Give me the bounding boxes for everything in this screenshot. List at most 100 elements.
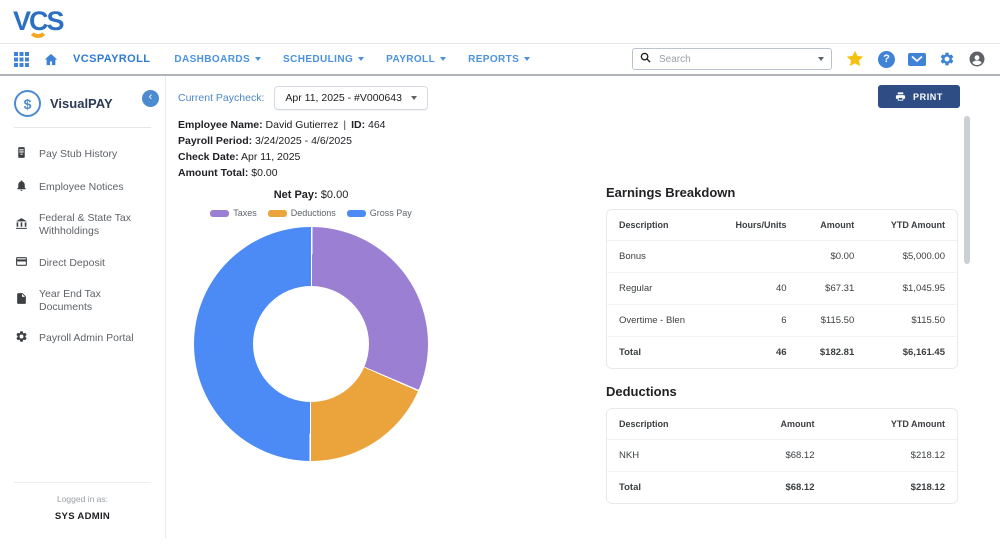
bell-icon xyxy=(15,179,28,196)
sidebar-items: Pay Stub History Employee Notices Federal … xyxy=(0,134,165,359)
logged-in-label: Logged in as: xyxy=(14,494,151,504)
sidebar-item-payroll-admin-portal[interactable]: Payroll Admin Portal xyxy=(0,322,165,355)
sidebar-item-label: Payroll Admin Portal xyxy=(39,332,134,345)
legend-swatch xyxy=(347,210,366,217)
table-cell: $1,045.95 xyxy=(866,273,957,305)
check-date-line: Check Date: Apr 11, 2025 xyxy=(178,151,986,163)
nav-menus: DASHBOARDS SCHEDULING PAYROLL REPORTS xyxy=(174,54,530,65)
favorites-star-icon[interactable] xyxy=(845,49,865,69)
earnings-table-wrap: DescriptionHours/UnitsAmountYTD AmountBo… xyxy=(606,209,958,369)
legend-item-gross-pay: Gross Pay xyxy=(347,208,412,218)
mail-icon[interactable] xyxy=(908,53,926,66)
table-cell: Total xyxy=(607,472,730,504)
column-header: Amount xyxy=(799,210,867,241)
column-header: YTD Amount xyxy=(866,210,957,241)
scrollbar-thumb[interactable] xyxy=(964,116,970,264)
table-total-row: Total$68.12$218.12 xyxy=(607,472,957,504)
chart-column: Net Pay: $0.00 Taxes Deductions Gross Pay xyxy=(178,183,598,519)
table-cell: Overtime - Blen xyxy=(607,305,711,337)
chevron-down-icon xyxy=(358,57,364,61)
deductions-table-wrap: DescriptionAmountYTD AmountNKH$68.12$218… xyxy=(606,408,958,504)
table-cell: $68.12 xyxy=(730,472,827,504)
earnings-table: DescriptionHours/UnitsAmountYTD AmountBo… xyxy=(607,210,957,368)
profile-avatar-icon[interactable] xyxy=(968,50,986,68)
chevron-down-icon xyxy=(255,57,261,61)
net-pay-title: Net Pay: $0.00 xyxy=(178,189,444,201)
paystub-icon xyxy=(15,146,28,163)
sidebar-item-pay-stub-history[interactable]: Pay Stub History xyxy=(0,138,165,171)
column-header: Description xyxy=(607,409,730,440)
table-row: Regular40$67.31$1,045.95 xyxy=(607,273,957,305)
paycheck-selector[interactable]: Apr 11, 2025 - #V000643 xyxy=(274,86,428,110)
table-cell: $68.12 xyxy=(730,440,827,472)
table-cell: Total xyxy=(607,337,711,369)
chevron-down-icon xyxy=(524,57,530,61)
search-dropdown-caret[interactable] xyxy=(818,57,824,61)
table-cell: Regular xyxy=(607,273,711,305)
amount-total-line: Amount Total: $0.00 xyxy=(178,167,986,179)
column-header: Hours/Units xyxy=(711,210,798,241)
brand-vcspayroll[interactable]: VCSPAYROLL xyxy=(73,53,150,65)
table-row: Overtime - Blen6$115.50$115.50 xyxy=(607,305,957,337)
current-paycheck-label: Current Paycheck: xyxy=(178,92,264,104)
table-row: Bonus $0.00$5,000.00 xyxy=(607,241,957,273)
sidebar-item-label: Federal & State Tax Withholdings xyxy=(39,212,155,238)
chevron-down-icon xyxy=(411,96,417,100)
column-header: Amount xyxy=(730,409,827,440)
table-cell: $218.12 xyxy=(827,440,958,472)
logged-in-user: SYS ADMIN xyxy=(14,511,151,522)
nav-menu-reports[interactable]: REPORTS xyxy=(468,54,530,65)
legend-label: Taxes xyxy=(233,208,257,218)
table-cell: $218.12 xyxy=(827,472,958,504)
card-icon xyxy=(15,255,28,272)
app-grid-icon[interactable] xyxy=(14,52,29,67)
paycheck-selector-value: Apr 11, 2025 - #V000643 xyxy=(285,92,402,104)
nav-menu-payroll[interactable]: PAYROLL xyxy=(386,54,446,65)
content-area: $ VisualPAY ‹ Pay Stub History Employee N… xyxy=(0,76,1000,538)
legend-label: Gross Pay xyxy=(370,208,412,218)
paycheck-info: Employee Name: David Gutierrez | ID: 464… xyxy=(178,119,986,179)
table-cell: $5,000.00 xyxy=(866,241,957,273)
vcs-logo-swoosh xyxy=(28,28,48,38)
deductions-table: DescriptionAmountYTD AmountNKH$68.12$218… xyxy=(607,409,957,503)
print-button[interactable]: PRINT xyxy=(878,85,960,108)
settings-gear-icon[interactable] xyxy=(939,51,955,67)
help-icon[interactable]: ? xyxy=(878,51,895,68)
table-cell: Bonus xyxy=(607,241,711,273)
table-cell: $0.00 xyxy=(799,241,867,273)
sidebar-divider xyxy=(14,127,151,128)
document-icon xyxy=(15,292,28,309)
nav-menu-scheduling[interactable]: SCHEDULING xyxy=(283,54,364,65)
admin-icon xyxy=(15,330,28,347)
top-navbar: VCSPAYROLL DASHBOARDS SCHEDULING PAYROLL RE… xyxy=(0,44,1000,76)
home-icon[interactable] xyxy=(43,52,59,67)
table-header-row: DescriptionHours/UnitsAmountYTD Amount xyxy=(607,210,957,241)
bank-icon xyxy=(15,217,28,234)
table-cell: $67.31 xyxy=(799,273,867,305)
netpay-donut-chart xyxy=(194,227,428,461)
sidebar-item-label: Employee Notices xyxy=(39,181,124,194)
scrollbar-track[interactable] xyxy=(964,88,970,508)
legend-item-deductions: Deductions xyxy=(268,208,336,218)
printer-icon xyxy=(895,91,906,102)
table-cell: $6,161.45 xyxy=(866,337,957,369)
sidebar-collapse-button[interactable]: ‹ xyxy=(142,90,159,107)
earnings-breakdown-title: Earnings Breakdown xyxy=(606,185,958,200)
sidebar-item-federal-state-tax-withholdings[interactable]: Federal & State Tax Withholdings xyxy=(0,204,165,246)
sidebar-item-year-end-tax-documents[interactable]: Year End Tax Documents xyxy=(0,280,165,322)
search-input[interactable] xyxy=(657,53,812,66)
vcs-logo[interactable]: VCS xyxy=(13,8,63,35)
table-cell: NKH xyxy=(607,440,730,472)
sidebar-header: $ VisualPAY xyxy=(0,88,165,127)
table-total-row: Total46$182.81$6,161.45 xyxy=(607,337,957,369)
search-box xyxy=(632,48,832,70)
legend-item-taxes: Taxes xyxy=(210,208,257,218)
table-cell: $115.50 xyxy=(866,305,957,337)
main-panel: Current Paycheck: Apr 11, 2025 - #V00064… xyxy=(166,76,1000,538)
sidebar-item-employee-notices[interactable]: Employee Notices xyxy=(0,171,165,204)
sidebar-footer-divider xyxy=(14,482,151,483)
nav-menu-dashboards[interactable]: DASHBOARDS xyxy=(174,54,261,65)
table-cell: 40 xyxy=(711,273,798,305)
sidebar-item-direct-deposit[interactable]: Direct Deposit xyxy=(0,247,165,280)
sidebar: $ VisualPAY ‹ Pay Stub History Employee N… xyxy=(0,76,166,538)
